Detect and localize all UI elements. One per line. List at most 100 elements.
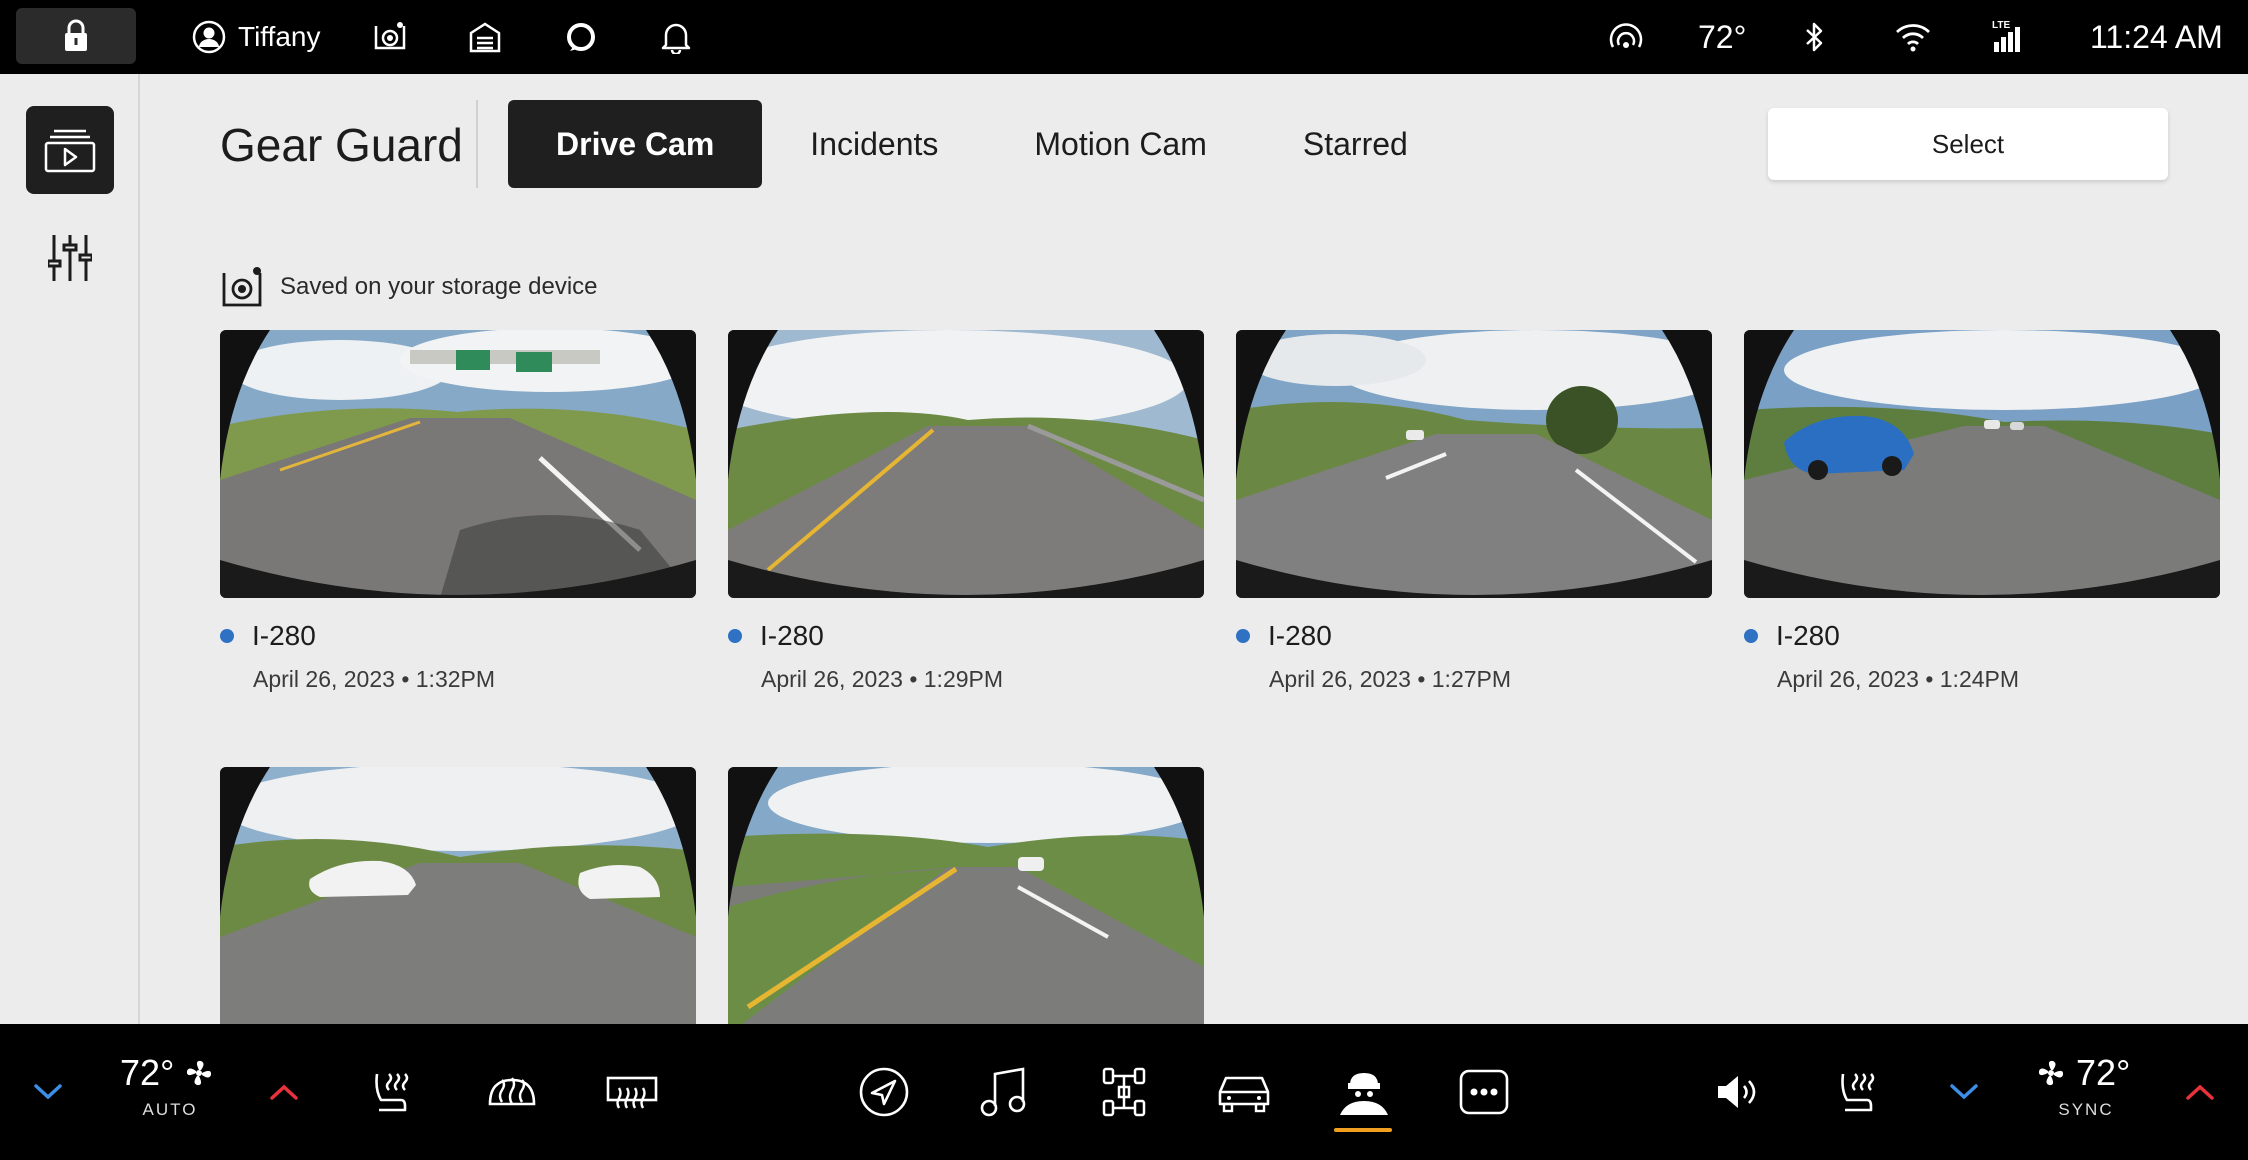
passenger-climate-mode: SYNC <box>2058 1100 2114 1119</box>
clip-thumbnail[interactable] <box>220 330 696 598</box>
clip-preview-image <box>728 767 1204 1035</box>
passenger-temp: 72° <box>2076 1052 2131 1093</box>
user-profile[interactable]: Tiffany <box>192 0 320 74</box>
page-title: Gear Guard <box>220 119 463 171</box>
drive-modes-button[interactable] <box>1096 1024 1152 1160</box>
chevron-up-icon <box>270 1084 298 1100</box>
clip-preview-image <box>220 330 696 598</box>
storage-notice: Saved on your storage device <box>220 262 598 312</box>
vehicle-button[interactable] <box>1214 1024 1274 1160</box>
select-button[interactable]: Select <box>1768 108 2168 180</box>
notifications-button[interactable] <box>660 0 692 74</box>
clip-preview-image <box>1744 330 2220 598</box>
sliders-icon <box>48 235 92 281</box>
navigation-button[interactable] <box>856 1024 912 1160</box>
tab-starred[interactable]: Starred <box>1255 100 1456 188</box>
time-readout: 11:24 AM <box>2090 18 2223 55</box>
user-icon <box>192 20 226 54</box>
clip-title: I-280 <box>252 620 316 651</box>
sidebar-item-gallery[interactable] <box>26 106 114 194</box>
driver-temp-down-button[interactable] <box>24 1024 72 1160</box>
clip-preview-image <box>1236 330 1712 598</box>
clip-date: April 26, 2023 • 1:32PM <box>253 666 496 692</box>
title-divider <box>476 100 478 188</box>
clip-thumbnail[interactable] <box>1744 330 2220 598</box>
sidebar-item-settings[interactable] <box>26 214 114 302</box>
fan-icon <box>187 1060 212 1086</box>
volume-icon <box>1718 1076 1756 1108</box>
driver-temp: 72° <box>120 1052 175 1093</box>
bluetooth-status[interactable] <box>1804 0 1826 74</box>
passenger-climate[interactable]: 72° SYNC <box>2036 1052 2136 1120</box>
lock-button[interactable] <box>16 8 136 64</box>
bell-icon <box>661 23 691 54</box>
driver-temp-up-button[interactable] <box>260 1024 308 1160</box>
clip-thumbnail[interactable] <box>1236 330 1712 598</box>
clip-date: April 26, 2023 • 1:24PM <box>1777 666 2020 692</box>
lock-icon <box>65 19 87 51</box>
new-clip-dot <box>1744 629 1758 643</box>
clip-info: I-280 April 26, 2023 • 1:32PM <box>220 620 696 693</box>
chevron-down-icon <box>34 1084 62 1100</box>
clip-date: April 26, 2023 • 1:29PM <box>761 666 1004 692</box>
clip-title: I-280 <box>1268 620 1332 651</box>
clip-thumbnail[interactable] <box>728 330 1204 598</box>
music-icon <box>980 1067 1026 1117</box>
rear-defrost-button[interactable] <box>604 1024 660 1160</box>
garage-icon <box>469 22 501 53</box>
new-clip-dot <box>1236 629 1250 643</box>
fan-icon <box>2038 1060 2064 1086</box>
volume-button[interactable] <box>1710 1024 1766 1160</box>
gear-guard-status[interactable] <box>372 0 408 74</box>
rear-defrost-icon <box>606 1076 658 1109</box>
front-defrost-icon <box>488 1077 536 1106</box>
lte-signal-icon <box>1994 27 2020 52</box>
gear-guard-camera-icon <box>222 267 262 307</box>
passenger-temp-down-button[interactable] <box>1940 1024 1988 1160</box>
climate-dock-bar: 72° AUTO 72° SYNC <box>0 1024 2248 1160</box>
new-clip-dot <box>728 629 742 643</box>
driver-climate-mode: AUTO <box>142 1100 198 1119</box>
more-icon <box>1459 1069 1509 1115</box>
remote-status <box>1608 0 1644 74</box>
driver-heated-seat-button[interactable] <box>366 1024 418 1160</box>
storage-label: Saved on your storage device <box>280 273 598 300</box>
clip-date: April 26, 2023 • 1:27PM <box>1269 666 1512 692</box>
more-apps-button[interactable] <box>1456 1024 1512 1160</box>
outside-temperature: 72° <box>1698 0 1746 74</box>
alexa-ring-icon <box>567 23 595 51</box>
tab-motion-cam[interactable]: Motion Cam <box>986 100 1255 188</box>
alexa-button[interactable] <box>564 0 598 74</box>
tab-drive-cam[interactable]: Drive Cam <box>508 100 763 188</box>
gear-guard-camera-icon <box>374 22 406 50</box>
clip-info: I-280 April 26, 2023 • 1:24PM <box>1744 620 2220 693</box>
cellular-status: LTE <box>1992 0 2028 74</box>
driver-climate[interactable]: 72° AUTO <box>120 1052 220 1120</box>
clip-preview-image <box>220 767 696 1035</box>
garage-button[interactable] <box>468 0 502 74</box>
passenger-temp-up-button[interactable] <box>2176 1024 2224 1160</box>
clip-title: I-280 <box>760 620 824 651</box>
front-defrost-button[interactable] <box>484 1024 540 1160</box>
user-name: Tiffany <box>238 21 321 52</box>
clip-preview-image <box>728 330 1204 598</box>
clip-title: I-280 <box>1776 620 1840 651</box>
gear-guard-icon <box>1340 1073 1388 1115</box>
passenger-heated-seat-button[interactable] <box>1830 1024 1886 1160</box>
wifi-status[interactable] <box>1894 0 1932 74</box>
tab-bar: Drive Cam Incidents Motion Cam Starred <box>508 100 1456 188</box>
clip-thumbnail[interactable] <box>220 767 696 1035</box>
clock: 11:24 AM <box>2090 0 2223 74</box>
music-button[interactable] <box>976 1024 1032 1160</box>
clip-info: I-280 April 26, 2023 • 1:29PM <box>728 620 1204 693</box>
drive-modes-icon <box>1102 1067 1146 1117</box>
passenger-heated-seat-icon <box>1841 1073 1875 1112</box>
clip-thumbnail[interactable] <box>728 767 1204 1035</box>
gear-guard-button[interactable] <box>1334 1024 1394 1160</box>
clip-info: I-280 April 26, 2023 • 1:27PM <box>1236 620 1712 693</box>
chevron-down-icon <box>1950 1084 1978 1100</box>
heated-seat-icon <box>375 1073 409 1112</box>
remote-signal-icon <box>1609 23 1643 48</box>
active-dock-indicator <box>1334 1128 1392 1132</box>
tab-incidents[interactable]: Incidents <box>762 100 986 188</box>
